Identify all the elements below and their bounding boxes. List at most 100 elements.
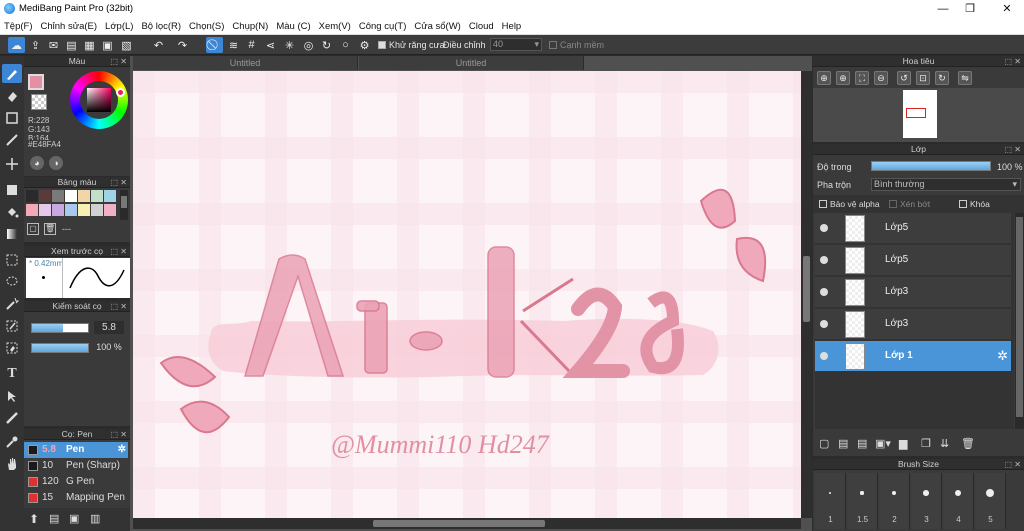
zoom-in-alt-icon[interactable]: ⊕ — [836, 71, 850, 85]
share-icon[interactable]: ⇪ — [27, 37, 44, 53]
select-eraser-tool-icon[interactable] — [2, 338, 22, 357]
minimize-button[interactable]: — — [935, 2, 951, 16]
hue-handle[interactable] — [116, 88, 125, 97]
dot-tool-icon[interactable] — [2, 130, 22, 149]
select-pen-tool-icon[interactable] — [2, 316, 22, 335]
merge-down-icon[interactable]: ⇊ — [940, 437, 949, 450]
panel-close-icon[interactable]: ⬚ ✕ — [1005, 56, 1021, 67]
horizontal-scrollbar[interactable] — [133, 518, 801, 529]
soft-edge-checkbox[interactable]: Cạnh mềm — [549, 40, 604, 50]
brush-copy-icon[interactable]: ▣ — [69, 512, 79, 525]
layer-row-selected[interactable]: Lớp 1 ✲ — [815, 341, 1011, 372]
panel-close-icon[interactable]: ⬚ ✕ — [1005, 144, 1021, 155]
blend-mode-select[interactable]: Bình thường ▾ — [871, 178, 1021, 191]
eye-icon[interactable] — [820, 256, 828, 264]
menu-filter[interactable]: Bộ lọc(R) — [137, 18, 185, 32]
delete-layer-icon[interactable]: 🗑 — [961, 437, 975, 450]
undo-icon[interactable]: ↶ — [150, 37, 167, 53]
hand-tool-icon[interactable] — [2, 454, 22, 473]
protect-alpha-checkbox[interactable]: Bảo vệ alpha — [819, 199, 880, 209]
palette-swatch[interactable] — [78, 190, 90, 202]
layer-scrollbar[interactable] — [1015, 213, 1024, 429]
brush-size-cell[interactable]: 5 — [975, 473, 1006, 529]
comment-icon[interactable]: ✉ — [45, 37, 62, 53]
vertical-scrollbar[interactable] — [801, 71, 812, 518]
palette-swatch[interactable] — [52, 190, 64, 202]
eye-icon[interactable] — [820, 320, 828, 328]
brush-file-icon[interactable]: ▤ — [49, 512, 59, 525]
color-circle-mode-icon[interactable]: ◕ — [30, 156, 44, 170]
snap-perspective-icon[interactable]: ⋖ — [262, 37, 279, 53]
menu-help[interactable]: Help — [498, 18, 526, 32]
panel-close-icon[interactable]: ⬚ ✕ — [111, 246, 127, 257]
panel-close-icon[interactable]: ⬚ ✕ — [111, 177, 127, 188]
snap-grid-icon[interactable]: # — [243, 37, 260, 53]
save-icon[interactable]: ▣ — [99, 37, 116, 53]
gear-icon[interactable]: ✲ — [118, 442, 126, 458]
palette-swatch[interactable] — [52, 203, 64, 216]
layer-row[interactable]: Lớp3 — [815, 277, 1011, 308]
panel-close-icon[interactable]: ⬚ ✕ — [111, 56, 127, 67]
snap-off-icon[interactable]: ⃠ — [206, 37, 223, 53]
menu-view[interactable]: Xem(V) — [315, 18, 355, 32]
palette-swatch[interactable] — [104, 190, 116, 202]
snap-ellipse-icon[interactable]: ○ — [337, 37, 354, 53]
delete-palette-icon[interactable]: 🗑 — [44, 223, 56, 235]
palette-swatch[interactable] — [78, 203, 90, 216]
snap-curve-icon[interactable]: ↻ — [318, 37, 335, 53]
lock-checkbox[interactable]: Khóa — [959, 199, 990, 209]
brush-size-slider[interactable] — [31, 323, 89, 333]
export-icon[interactable]: ▧ — [118, 37, 135, 53]
brush-tool-icon[interactable] — [2, 64, 22, 83]
menu-select[interactable]: Chọn(S) — [185, 18, 228, 32]
brush-size-cell[interactable]: 3 — [911, 473, 942, 529]
select-rect-tool-icon[interactable] — [2, 250, 22, 269]
layer-row[interactable]: Lớp3 — [815, 309, 1011, 340]
snap-parallel-icon[interactable]: ≋ — [225, 37, 242, 53]
clipping-checkbox[interactable]: Xén bớt — [889, 199, 930, 209]
fill-rect-tool-icon[interactable] — [2, 180, 22, 199]
snap-settings-icon[interactable]: ⚙ — [356, 37, 373, 53]
flip-icon[interactable]: ⇋ — [958, 71, 972, 85]
background-color-swatch[interactable] — [31, 94, 47, 110]
eyedropper-tool-icon[interactable] — [2, 432, 22, 451]
new-8bit-layer-icon[interactable]: ▤ — [857, 437, 867, 450]
brush-size-cell[interactable]: 1.5 — [847, 473, 878, 529]
text-tool-icon[interactable]: T — [2, 364, 22, 383]
adjust-select[interactable]: 40 ▾ — [490, 38, 542, 51]
palette-swatch[interactable] — [39, 203, 51, 216]
palette-swatch[interactable] — [65, 190, 77, 202]
menu-cloud[interactable]: Cloud — [465, 18, 498, 32]
add-palette-icon[interactable]: ▢ — [27, 223, 39, 235]
brush-item[interactable]: 10 Pen (Sharp) — [24, 458, 128, 474]
eye-icon[interactable] — [820, 224, 828, 232]
add-brush-icon[interactable]: ⬆ — [29, 512, 39, 526]
zoom-in-icon[interactable]: ⊕ — [817, 71, 831, 85]
redo-icon[interactable]: ↷ — [174, 37, 191, 53]
brush-size-cell[interactable]: 2 — [879, 473, 910, 529]
gradient-tool-icon[interactable] — [2, 224, 22, 243]
hue-wheel[interactable] — [70, 71, 128, 129]
menu-window[interactable]: Cửa sổ(W) — [410, 18, 464, 32]
cloud-icon[interactable]: ☁ — [8, 37, 25, 53]
close-button[interactable]: ✕ — [999, 2, 1015, 16]
bucket-tool-icon[interactable] — [2, 202, 22, 221]
brush-size-cell[interactable]: 4 — [943, 473, 974, 529]
menu-color[interactable]: Màu (C) — [272, 18, 314, 32]
eye-icon[interactable] — [820, 288, 828, 296]
drawing-canvas[interactable]: @Mummi110 Hd247 — [133, 71, 801, 518]
new-halftone-layer-icon[interactable]: ▤ — [838, 437, 848, 450]
menu-layer[interactable]: Lớp(L) — [101, 18, 137, 32]
add-layer-dropdown-icon[interactable]: ▣▾ — [875, 437, 891, 450]
fit-icon[interactable]: ⛶ — [855, 71, 869, 85]
rotate-left-icon[interactable]: ↺ — [897, 71, 911, 85]
layer-opacity-slider[interactable] — [871, 161, 991, 171]
tab-untitled-1[interactable]: Untitled — [133, 56, 358, 70]
brush-size-value[interactable]: 5.8 — [94, 321, 124, 334]
tab-untitled-2[interactable]: Untitled — [359, 56, 584, 70]
palette-swatch[interactable] — [26, 203, 38, 216]
brush-opacity-slider[interactable] — [31, 343, 89, 353]
duplicate-layer-icon[interactable]: ❐ — [921, 437, 931, 450]
saturation-square[interactable] — [87, 88, 111, 112]
lasso-tool-icon[interactable] — [2, 272, 22, 291]
